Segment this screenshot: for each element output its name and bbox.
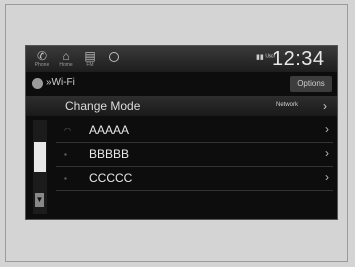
scroll-down-icon[interactable]: ▼ bbox=[35, 193, 44, 207]
chevron-right-icon: › bbox=[325, 146, 329, 160]
home-icon[interactable]: ⌂ Home bbox=[55, 49, 77, 69]
options-button[interactable]: Options bbox=[290, 76, 332, 92]
clock: 12:34 bbox=[272, 48, 325, 70]
network-list-item[interactable]: ▪ CCCCC › bbox=[56, 167, 333, 191]
network-list-item[interactable]: ▪ BBBBB › bbox=[56, 143, 333, 167]
mode-value: Network bbox=[276, 102, 299, 108]
chevron-right-icon: › bbox=[325, 122, 329, 136]
lock-icon: ▪ bbox=[64, 174, 67, 183]
chevron-right-icon: › bbox=[325, 170, 329, 184]
title-bar: »Wi-Fi Options bbox=[26, 74, 337, 94]
status-bar: ✆ Phone ⌂ Home ▤ FM ▮▮ ᵁˢᵉʳ 12:34 bbox=[26, 46, 337, 72]
chevron-right-icon: › bbox=[323, 99, 327, 113]
circle-icon[interactable] bbox=[103, 49, 125, 69]
network-name: CCCCC bbox=[89, 171, 133, 185]
change-mode-row[interactable]: Change Mode Network › bbox=[26, 96, 337, 116]
lock-icon: ▪ bbox=[64, 150, 67, 159]
phone-icon[interactable]: ✆ Phone bbox=[31, 49, 53, 69]
infotainment-screen: ✆ Phone ⌂ Home ▤ FM ▮▮ ᵁˢᵉʳ 12:34 »Wi-Fi Op… bbox=[25, 45, 338, 220]
back-icon[interactable] bbox=[32, 78, 43, 89]
network-name: AAAAA bbox=[89, 123, 130, 137]
network-list-item[interactable]: ◠ AAAAA › bbox=[56, 119, 333, 143]
breadcrumb: »Wi-Fi bbox=[46, 77, 75, 88]
fm-icon[interactable]: ▤ FM bbox=[79, 49, 101, 69]
network-name: BBBBB bbox=[89, 147, 130, 161]
change-mode-label: Change Mode bbox=[65, 99, 141, 113]
wifi-signal-icon: ◠ bbox=[64, 126, 71, 135]
scroll-thumb[interactable] bbox=[34, 142, 46, 172]
